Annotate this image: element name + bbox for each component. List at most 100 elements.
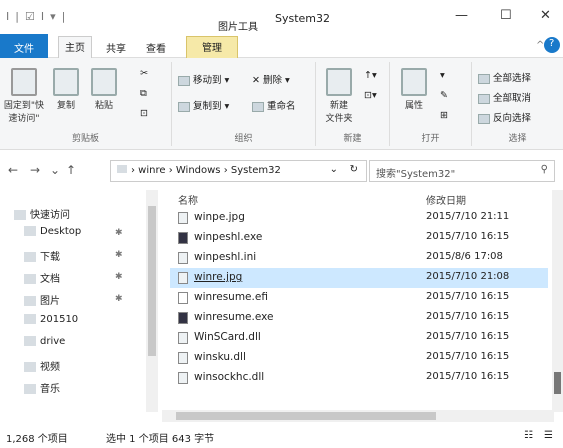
table-row[interactable]: winsku.dll 2015/7/10 16:15 — [170, 348, 548, 368]
tab-view[interactable]: 查看 — [140, 38, 172, 57]
copy-icon — [53, 68, 79, 96]
copy-path-icon[interactable]: ⧉ — [140, 88, 147, 99]
table-row[interactable]: winpeshl.ini 2015/8/6 17:08 — [170, 248, 548, 268]
recent-locations-icon[interactable]: ⌄ — [50, 163, 60, 177]
nav-item-documents[interactable]: 文档 — [24, 270, 60, 285]
open-group: 属性 ▾ ✎ ⊞ 打开 — [390, 62, 472, 146]
up-icon[interactable]: ↑ — [66, 163, 76, 177]
horizontal-scrollbar[interactable] — [162, 410, 554, 422]
delete-button[interactable]: ✕ 删除 ▾ — [252, 72, 290, 86]
refresh-icon[interactable]: ↻ — [350, 164, 358, 175]
tab-manage[interactable]: 管理 — [186, 36, 238, 58]
properties-button[interactable]: 属性 — [396, 68, 432, 111]
edit-icon[interactable]: ✎ — [440, 90, 448, 101]
close-button[interactable]: ✕ — [540, 8, 551, 23]
dll-file-icon — [178, 332, 188, 344]
paste-shortcut-icon[interactable]: ⊡ — [140, 108, 148, 119]
easy-access-icon[interactable]: ⊡▾ — [364, 90, 377, 101]
history-icon[interactable]: ⊞ — [440, 110, 448, 121]
nav-item-videos[interactable]: 视频 — [24, 358, 60, 373]
nav-item-downloads[interactable]: 下载 — [24, 248, 60, 263]
search-input[interactable]: 搜索"System32" ⚲ — [369, 160, 555, 182]
pin-icon: ✱ — [115, 250, 123, 260]
nav-scrollbar-thumb[interactable] — [148, 206, 156, 356]
select-group-label: 选择 — [508, 134, 527, 144]
minimize-button[interactable]: — — [455, 8, 468, 23]
dll-file-icon — [178, 372, 188, 384]
nav-item-pictures[interactable]: 图片 — [24, 292, 60, 307]
picture-tools-label: 图片工具 — [218, 22, 258, 33]
file-list: 名称 修改日期 winpe.jpg 2015/7/10 21:11 winpesh… — [170, 190, 550, 412]
tab-file[interactable]: 文件 — [0, 34, 48, 58]
help-icon[interactable]: ? — [544, 37, 560, 53]
tiles-view-icon[interactable]: ☰ — [544, 430, 553, 441]
qat-properties-icon[interactable]: ☑ — [25, 10, 35, 23]
qat-item-1[interactable]: I — [6, 10, 9, 23]
back-icon[interactable]: ← — [8, 163, 18, 177]
table-row[interactable]: winresume.efi 2015/7/10 16:15 — [170, 288, 548, 308]
nav-scrollbar[interactable] — [146, 190, 158, 412]
nav-item-label: 图片 — [40, 296, 60, 307]
picture-icon — [24, 296, 36, 306]
new-item-icon[interactable]: ↑▾ — [364, 70, 377, 81]
address-bar[interactable]: › winre › Windows › System32 ⌄ ↻ — [110, 160, 367, 182]
window-title: System32 — [275, 12, 331, 25]
dll-file-icon — [178, 352, 188, 364]
file-list-scrollbar-thumb[interactable] — [554, 372, 561, 394]
new-group-label: 新建 — [343, 134, 362, 144]
nav-item-201510[interactable]: 201510 — [24, 314, 78, 325]
column-header-name[interactable]: 名称 — [178, 192, 198, 207]
nav-item-desktop[interactable]: Desktop — [24, 226, 81, 237]
move-to-button[interactable]: 移动到 ▾ — [178, 72, 229, 86]
properties-label: 属性 — [404, 101, 423, 111]
cut-icon[interactable]: ✂ — [140, 68, 148, 79]
table-row-selected[interactable]: winre.jpg 2015/7/10 21:08 — [170, 268, 548, 288]
file-name: winpeshl.exe — [194, 231, 263, 243]
select-all-button[interactable]: 全部选择 — [478, 70, 531, 84]
status-bar: 1,268 个项目 选中 1 个项目 643 字节 ☷ ☰ — [0, 426, 563, 448]
nav-item-music[interactable]: 音乐 — [24, 380, 60, 395]
move-to-icon — [178, 75, 190, 86]
maximize-button[interactable]: ☐ — [500, 8, 512, 23]
details-view-icon[interactable]: ☷ — [524, 430, 533, 441]
nav-item-drive[interactable]: drive — [24, 336, 65, 347]
select-none-button[interactable]: 全部取消 — [478, 90, 531, 104]
tab-share[interactable]: 共享 — [100, 38, 132, 57]
invert-selection-button[interactable]: 反向选择 — [478, 110, 531, 124]
folder-icon — [24, 226, 36, 236]
rename-label: 重命名 — [267, 101, 296, 112]
new-folder-button[interactable]: 新建 文件夹 — [320, 68, 358, 124]
nav-item-quick-access[interactable]: 快速访问 — [14, 206, 70, 221]
file-name: winsockhc.dll — [194, 371, 265, 383]
item-count: 1,268 个项目 — [6, 434, 68, 445]
copy-label: 复制 — [56, 101, 75, 111]
qat-dropdown-icon[interactable]: ▾ — [50, 10, 56, 23]
table-row[interactable]: winpe.jpg 2015/7/10 21:11 — [170, 208, 548, 228]
copy-to-button[interactable]: 复制到 ▾ — [178, 98, 229, 112]
rename-button[interactable]: 重命名 — [252, 98, 296, 112]
pin-quick-access-button[interactable]: 固定到"快 速访问" — [2, 68, 46, 124]
search-icon[interactable]: ⚲ — [541, 164, 548, 175]
table-row[interactable]: WinSCard.dll 2015/7/10 16:15 — [170, 328, 548, 348]
table-row[interactable]: winsockhc.dll 2015/7/10 16:15 — [170, 368, 548, 388]
address-path[interactable]: › winre › Windows › System32 — [131, 165, 281, 176]
file-list-scrollbar[interactable] — [552, 190, 563, 412]
address-dropdown-icon[interactable]: ⌄ — [330, 164, 338, 175]
select-all-icon — [478, 73, 490, 84]
video-icon — [24, 362, 36, 372]
horizontal-scrollbar-thumb[interactable] — [176, 412, 436, 420]
table-row[interactable]: winpeshl.exe 2015/7/10 16:15 — [170, 228, 548, 248]
open-icon[interactable]: ▾ — [440, 70, 445, 81]
pin-icon: ✱ — [115, 272, 123, 282]
nav-item-label: 视频 — [40, 362, 60, 373]
forward-icon[interactable]: → — [30, 163, 40, 177]
column-header-modified[interactable]: 修改日期 — [426, 192, 466, 207]
qat-item-4[interactable]: I — [41, 10, 44, 23]
paste-button[interactable]: 粘贴 — [86, 68, 122, 111]
table-row[interactable]: winresume.exe 2015/7/10 16:15 — [170, 308, 548, 328]
folder-icon — [117, 165, 127, 173]
copy-button[interactable]: 复制 — [48, 68, 84, 111]
image-file-icon — [178, 212, 188, 224]
tab-home[interactable]: 主页 — [58, 36, 92, 58]
file-date: 2015/7/10 16:15 — [426, 331, 510, 342]
